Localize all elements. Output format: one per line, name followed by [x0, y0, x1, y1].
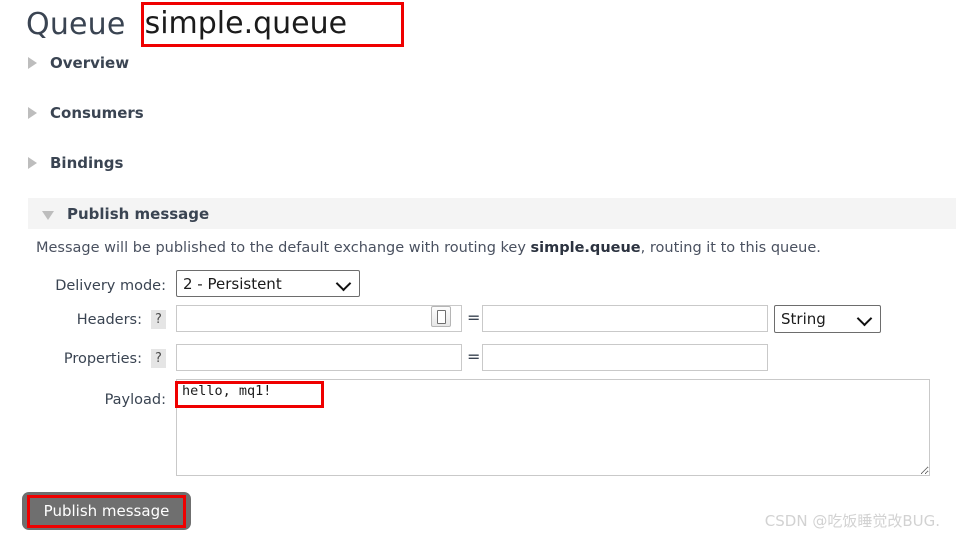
delivery-mode-select[interactable]: 1 - Non-persistent2 - Persistent: [176, 270, 360, 297]
headers-help-icon[interactable]: ?: [151, 310, 166, 329]
headers-equals-sign: =: [467, 308, 481, 327]
page-title-prefix: Queue: [26, 6, 126, 42]
properties-help-icon[interactable]: ?: [151, 349, 166, 368]
payload-textarea[interactable]: [176, 379, 930, 476]
payload-label: Payload:: [104, 392, 166, 408]
section-label-publish-message: Publish message: [67, 204, 210, 223]
properties-equals-sign: =: [467, 347, 481, 366]
headers-key-input[interactable]: [176, 305, 462, 332]
headers-value-input[interactable]: [482, 305, 768, 332]
section-label-overview: Overview: [50, 54, 130, 72]
page-title: Queue simple.queue: [26, 2, 353, 46]
sidebar-item-consumers[interactable]: Consumers: [28, 98, 144, 128]
watermark: CSDN @吃饭睡觉改BUG.: [764, 512, 940, 530]
triangle-right-icon: [28, 157, 37, 169]
queue-name: simple.queue: [144, 6, 348, 41]
sidebar-item-overview[interactable]: Overview: [28, 48, 129, 78]
publish-message-button[interactable]: Publish message: [22, 492, 191, 530]
headers-label: Headers:: [76, 312, 142, 328]
triangle-down-icon: [42, 211, 54, 220]
properties-label: Properties:: [63, 351, 142, 367]
triangle-right-icon: [28, 57, 37, 69]
section-label-consumers: Consumers: [50, 104, 144, 122]
publish-description: Message will be published to the default…: [36, 240, 821, 256]
publish-description-suffix: , routing it to this queue.: [640, 240, 821, 256]
properties-key-input[interactable]: [176, 344, 462, 371]
section-header-publish-message[interactable]: Publish message: [28, 198, 956, 229]
triangle-right-icon: [28, 107, 37, 119]
delivery-mode-label: Delivery mode:: [55, 278, 166, 294]
headers-type-select-wrap[interactable]: StringNumberBooleanListDictionary: [774, 305, 881, 333]
contact-card-outline: [437, 310, 446, 324]
publish-description-routing-key: simple.queue: [530, 240, 641, 256]
section-label-bindings: Bindings: [50, 154, 124, 172]
sidebar-item-bindings[interactable]: Bindings: [28, 148, 123, 178]
contact-card-icon[interactable]: [431, 306, 871, 327]
publish-description-prefix: Message will be published to the default…: [36, 240, 531, 256]
properties-value-input[interactable]: [482, 344, 768, 371]
delivery-mode-select-wrap[interactable]: 1 - Non-persistent2 - Persistent: [176, 270, 360, 297]
headers-type-select[interactable]: StringNumberBooleanListDictionary: [774, 305, 881, 333]
